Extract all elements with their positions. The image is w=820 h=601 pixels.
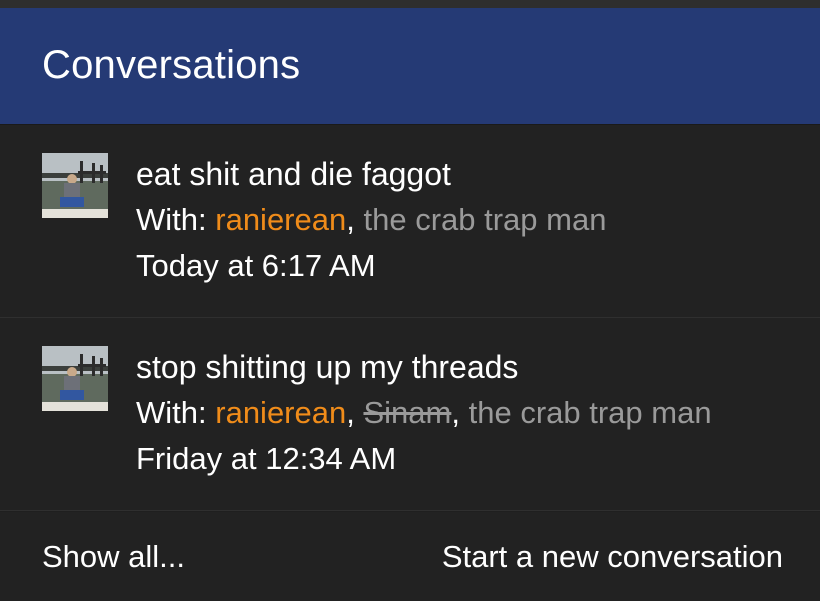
top-strip bbox=[0, 0, 820, 8]
avatar[interactable] bbox=[42, 153, 108, 218]
with-label: With: bbox=[136, 202, 207, 237]
conversation-text: eat shit and die faggot With: ranierean,… bbox=[136, 151, 800, 289]
avatar[interactable] bbox=[42, 346, 108, 411]
with-label: With: bbox=[136, 395, 207, 430]
conversation-text: stop shitting up my threads With: ranier… bbox=[136, 344, 800, 482]
conversation-title[interactable]: stop shitting up my threads bbox=[136, 344, 800, 390]
show-all-link[interactable]: Show all... bbox=[42, 539, 185, 575]
participant-link[interactable]: ranierean bbox=[215, 395, 346, 430]
conversation-timestamp: Today at 6:17 AM bbox=[136, 248, 376, 283]
participant-link[interactable]: the crab trap man bbox=[363, 202, 606, 237]
conversation-participants: With: ranierean, Sinam, the crab trap ma… bbox=[136, 390, 800, 436]
participant-separator: , bbox=[346, 202, 355, 237]
participant-link[interactable]: the crab trap man bbox=[469, 395, 712, 430]
conversation-title[interactable]: eat shit and die faggot bbox=[136, 151, 800, 197]
conversation-participants: With: ranierean, the crab trap man bbox=[136, 197, 800, 243]
page-title: Conversations bbox=[42, 42, 301, 87]
user-avatar-photo-icon bbox=[42, 346, 108, 411]
conversation-list: eat shit and die faggot With: ranierean,… bbox=[0, 125, 820, 511]
conversation-item[interactable]: stop shitting up my threads With: ranier… bbox=[0, 318, 820, 511]
user-avatar-photo-icon bbox=[42, 153, 108, 218]
conversation-timestamp: Friday at 12:34 AM bbox=[136, 441, 397, 476]
participant-separator: , bbox=[346, 395, 355, 430]
conversations-footer: Show all... Start a new conversation bbox=[0, 512, 820, 601]
start-new-conversation-link[interactable]: Start a new conversation bbox=[442, 539, 783, 575]
participant-link[interactable]: Sinam bbox=[363, 395, 451, 430]
participant-separator: , bbox=[451, 395, 460, 430]
conversations-header: Conversations bbox=[0, 8, 820, 125]
participant-link[interactable]: ranierean bbox=[215, 202, 346, 237]
conversation-item[interactable]: eat shit and die faggot With: ranierean,… bbox=[0, 125, 820, 318]
